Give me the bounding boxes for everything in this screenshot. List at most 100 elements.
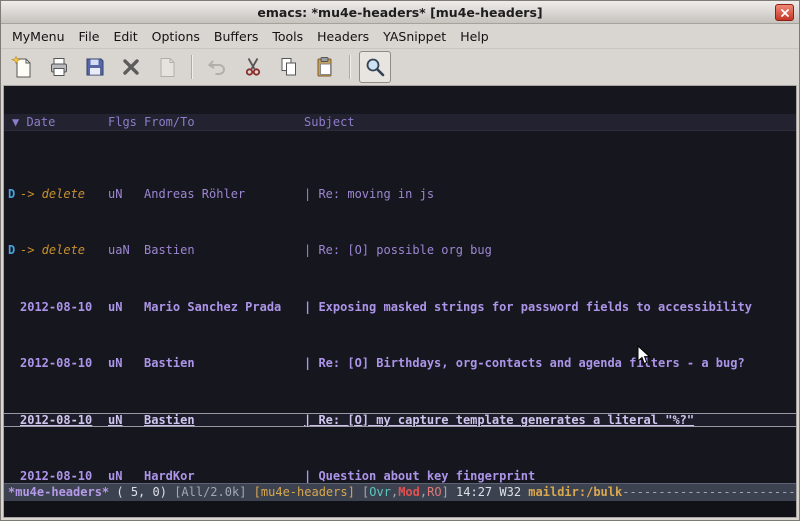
row-mark: D	[8, 243, 20, 257]
row-from: Bastien	[144, 243, 304, 257]
cut-scissors-icon	[241, 55, 265, 79]
message-row[interactable]: 2012-08-10 uN HardKor | Question about k…	[4, 469, 796, 483]
modeline-overwrite-flag: Ovr	[369, 485, 391, 499]
column-header-date[interactable]: ▼ Date	[4, 114, 108, 130]
paste-clipboard-icon	[313, 55, 337, 79]
toolbar-button-search[interactable]	[359, 51, 391, 83]
row-subject: Re: [O] my capture template generates a …	[318, 413, 796, 427]
print-icon	[47, 55, 71, 79]
row-subject: Exposing masked strings for password fie…	[318, 300, 796, 314]
toolbar-button-new-document[interactable]	[7, 51, 39, 83]
modeline-week: W32	[499, 485, 528, 499]
toolbar-button-print[interactable]	[43, 51, 75, 83]
row-thread-indicator: |	[304, 300, 318, 314]
toolbar-button-document-disabled[interactable]	[151, 51, 183, 83]
save-icon	[83, 55, 107, 79]
mouse-cursor	[637, 345, 651, 365]
close-button[interactable]	[775, 4, 794, 21]
row-thread-indicator: |	[304, 413, 318, 427]
row-date: 2012-08-10	[20, 356, 108, 370]
message-row[interactable]: 2012-08-10 uN Mario Sanchez Prada | Expo…	[4, 300, 796, 314]
message-row[interactable]: D -> delete uN Andreas Röhler | Re: movi…	[4, 187, 796, 201]
modeline-major-mode: [mu4e-headers]	[254, 485, 362, 499]
header-line: ▼ Date Flgs From/To Subject	[4, 114, 796, 131]
row-mark	[8, 356, 20, 370]
modeline-buffer-size: [All/2.0k]	[174, 485, 253, 499]
menu-bar: MyMenuFileEditOptionsBuffersToolsHeaders…	[1, 24, 799, 48]
row-date: 2012-08-10	[20, 413, 108, 427]
modeline-cursor-position: ( 5, 0)	[109, 485, 174, 499]
row-thread-indicator: |	[304, 187, 318, 201]
copy-pages-icon	[277, 55, 301, 79]
window-title: emacs: *mu4e-headers* [mu4e-headers]	[257, 5, 542, 20]
message-row[interactable]: D -> delete uaN Bastien | Re: [O] possib…	[4, 243, 796, 257]
menu-item-buffers[interactable]: Buffers	[207, 26, 265, 47]
modeline-bracket-close: ]	[442, 485, 456, 499]
delete-x-icon	[119, 55, 143, 79]
headers-buffer: ▼ Date Flgs From/To Subject D -> delete …	[4, 86, 796, 483]
row-date: -> delete	[20, 187, 108, 201]
row-date: 2012-08-10	[20, 469, 108, 483]
row-from: Bastien	[144, 356, 304, 370]
toolbar-button-close[interactable]	[115, 51, 147, 83]
toolbar-separator	[349, 55, 351, 79]
minibuffer-echo-area	[4, 501, 796, 517]
row-mark	[8, 413, 20, 427]
row-subject: Re: [O] Birthdays, org-contacts and agen…	[318, 356, 796, 370]
menu-item-yasnippet[interactable]: YASnippet	[376, 26, 453, 47]
toolbar-separator	[191, 55, 193, 79]
modeline-filler: ----------------------------------------…	[622, 485, 796, 499]
modeline-maildir: maildir:/bulk	[528, 485, 622, 499]
title-bar[interactable]: emacs: *mu4e-headers* [mu4e-headers]	[1, 1, 799, 24]
column-header-flags[interactable]: Flgs	[108, 114, 144, 130]
row-thread-indicator: |	[304, 469, 318, 483]
toolbar-button-undo-disabled[interactable]	[201, 51, 233, 83]
row-date: -> delete	[20, 243, 108, 257]
headers-list: D -> delete uN Andreas Röhler | Re: movi…	[4, 159, 796, 483]
row-from: Mario Sanchez Prada	[144, 300, 304, 314]
row-flags: uN	[108, 413, 144, 427]
menu-item-mymenu[interactable]: MyMenu	[5, 26, 72, 47]
row-flags: uN	[108, 469, 144, 483]
column-header-subject[interactable]: Subject	[304, 114, 796, 130]
message-row[interactable]: 2012-08-10 uN Bastien | Re: [O] Birthday…	[4, 356, 796, 370]
emacs-window: emacs: *mu4e-headers* [mu4e-headers] MyM…	[0, 0, 800, 521]
row-from: Andreas Röhler	[144, 187, 304, 201]
new-document-icon	[11, 55, 35, 79]
row-flags: uN	[108, 356, 144, 370]
document-icon	[155, 55, 179, 79]
row-from: HardKor	[144, 469, 304, 483]
toolbar	[1, 48, 799, 85]
row-subject: Re: [O] possible org bug	[318, 243, 796, 257]
menu-item-file[interactable]: File	[72, 26, 107, 47]
row-mark	[8, 300, 20, 314]
toolbar-button-copy[interactable]	[273, 51, 305, 83]
modeline-time: 14:27	[456, 485, 499, 499]
row-from: Bastien	[144, 413, 304, 427]
menu-item-headers[interactable]: Headers	[310, 26, 376, 47]
modeline-modified-flag: Mod	[398, 485, 420, 499]
row-flags: uaN	[108, 243, 144, 257]
search-icon	[363, 55, 387, 79]
row-flags: uN	[108, 300, 144, 314]
row-thread-indicator: |	[304, 356, 318, 370]
row-subject: Question about key fingerprint	[318, 469, 796, 483]
menu-item-options[interactable]: Options	[145, 26, 207, 47]
menu-item-tools[interactable]: Tools	[265, 26, 310, 47]
mode-line[interactable]: *mu4e-headers* ( 5, 0) [All/2.0k] [mu4e-…	[4, 483, 796, 501]
row-thread-indicator: |	[304, 243, 318, 257]
emacs-frame: ▼ Date Flgs From/To Subject D -> delete …	[3, 85, 797, 518]
row-flags: uN	[108, 187, 144, 201]
undo-icon	[205, 55, 229, 79]
toolbar-button-cut[interactable]	[237, 51, 269, 83]
menu-item-help[interactable]: Help	[453, 26, 496, 47]
menu-item-edit[interactable]: Edit	[106, 26, 144, 47]
toolbar-button-paste[interactable]	[309, 51, 341, 83]
row-mark: D	[8, 187, 20, 201]
column-header-from[interactable]: From/To	[144, 114, 304, 130]
toolbar-button-save[interactable]	[79, 51, 111, 83]
row-date: 2012-08-10	[20, 300, 108, 314]
close-icon	[780, 8, 790, 18]
message-row[interactable]: 2012-08-10 uN Bastien | Re: [O] my captu…	[4, 413, 796, 427]
modeline-buffer-name: *mu4e-headers*	[8, 485, 109, 499]
